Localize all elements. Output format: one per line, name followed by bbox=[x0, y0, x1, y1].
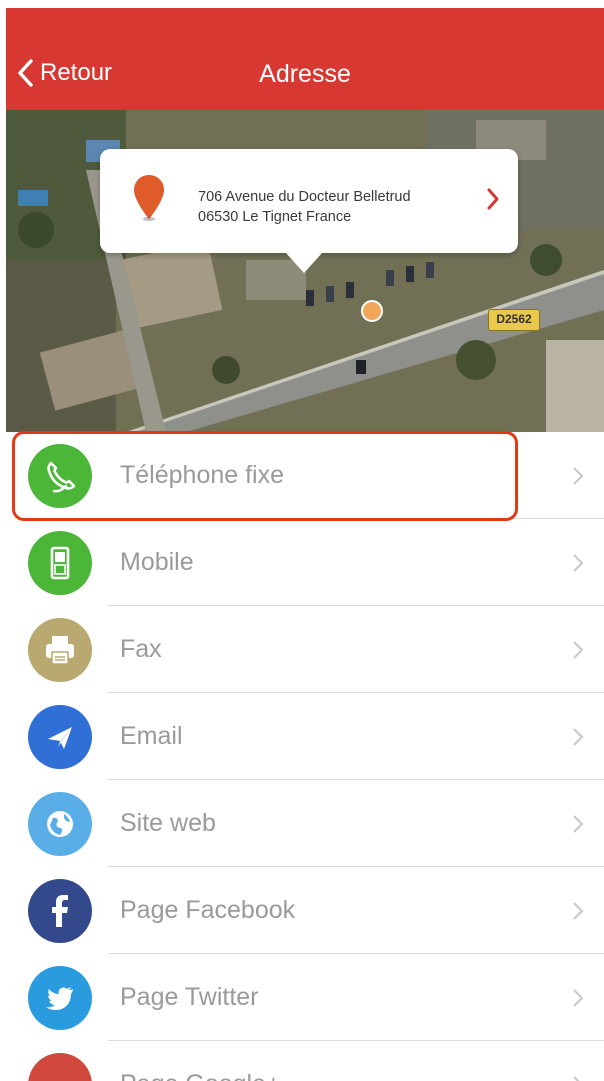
list-item-label: Email bbox=[120, 722, 183, 750]
list-item-label: Site web bbox=[120, 809, 216, 837]
poi-marker[interactable] bbox=[361, 300, 383, 322]
mobile-phone-icon bbox=[28, 530, 92, 595]
svg-text:g+: g+ bbox=[48, 1076, 72, 1081]
list-item-mobile[interactable]: Mobile bbox=[6, 519, 604, 606]
list-item-label: Page Facebook bbox=[120, 896, 296, 924]
address-line-1: 706 Avenue du Docteur Belletrud bbox=[198, 189, 411, 205]
navigation-bar: Retour Adresse bbox=[6, 8, 604, 110]
chevron-right-icon bbox=[573, 727, 584, 746]
list-item-label: Page Google+ bbox=[120, 1070, 281, 1081]
list-item-label: Fax bbox=[120, 635, 162, 663]
chevron-right-icon bbox=[573, 988, 584, 1007]
fax-icon bbox=[28, 617, 92, 682]
globe-icon bbox=[28, 791, 92, 856]
twitter-icon bbox=[28, 965, 92, 1030]
list-item-site-web[interactable]: Site web bbox=[6, 780, 604, 867]
chevron-right-icon bbox=[573, 1075, 580, 1081]
paper-plane-icon bbox=[28, 704, 92, 769]
address-line-2: 06530 Le Tignet France bbox=[198, 209, 352, 225]
map-pin-icon bbox=[134, 175, 164, 221]
chevron-right-icon bbox=[573, 640, 584, 659]
chevron-right-icon bbox=[487, 188, 499, 210]
chevron-right-icon bbox=[573, 466, 584, 485]
contact-list: Téléphone fixe Mobile Fax Email Site web… bbox=[6, 432, 604, 1081]
road-label: D2562 bbox=[488, 309, 540, 331]
list-item-page-twitter[interactable]: Page Twitter bbox=[6, 954, 604, 1041]
chevron-right-icon bbox=[573, 814, 584, 833]
google-plus-icon: g+ bbox=[28, 1052, 92, 1081]
chevron-right-icon bbox=[573, 901, 584, 920]
list-item-page-google-plus[interactable]: g+ Page Google+ bbox=[6, 1041, 604, 1081]
list-item-label: Téléphone fixe bbox=[120, 461, 285, 489]
address-text: 706 Avenue du Docteur Belletrud 06530 Le… bbox=[198, 187, 411, 227]
address-callout[interactable]: 706 Avenue du Docteur Belletrud 06530 Le… bbox=[100, 149, 518, 273]
chevron-right-icon bbox=[573, 553, 584, 572]
list-item-email[interactable]: Email bbox=[6, 693, 604, 780]
app-screen: Retour Adresse D2562 706 Avenue du Docte… bbox=[6, 8, 604, 1081]
page-title: Adresse bbox=[259, 60, 351, 88]
list-item-telephone-fixe[interactable]: Téléphone fixe bbox=[6, 432, 604, 519]
list-item-fax[interactable]: Fax bbox=[6, 606, 604, 693]
facebook-icon bbox=[28, 878, 92, 943]
list-item-label: Mobile bbox=[120, 548, 194, 576]
list-item-label: Page Twitter bbox=[120, 983, 259, 1011]
landline-phone-icon bbox=[28, 443, 92, 508]
map-view[interactable]: D2562 706 Avenue du Docteur Belletrud 06… bbox=[6, 110, 604, 432]
list-item-page-facebook[interactable]: Page Facebook bbox=[6, 867, 604, 954]
